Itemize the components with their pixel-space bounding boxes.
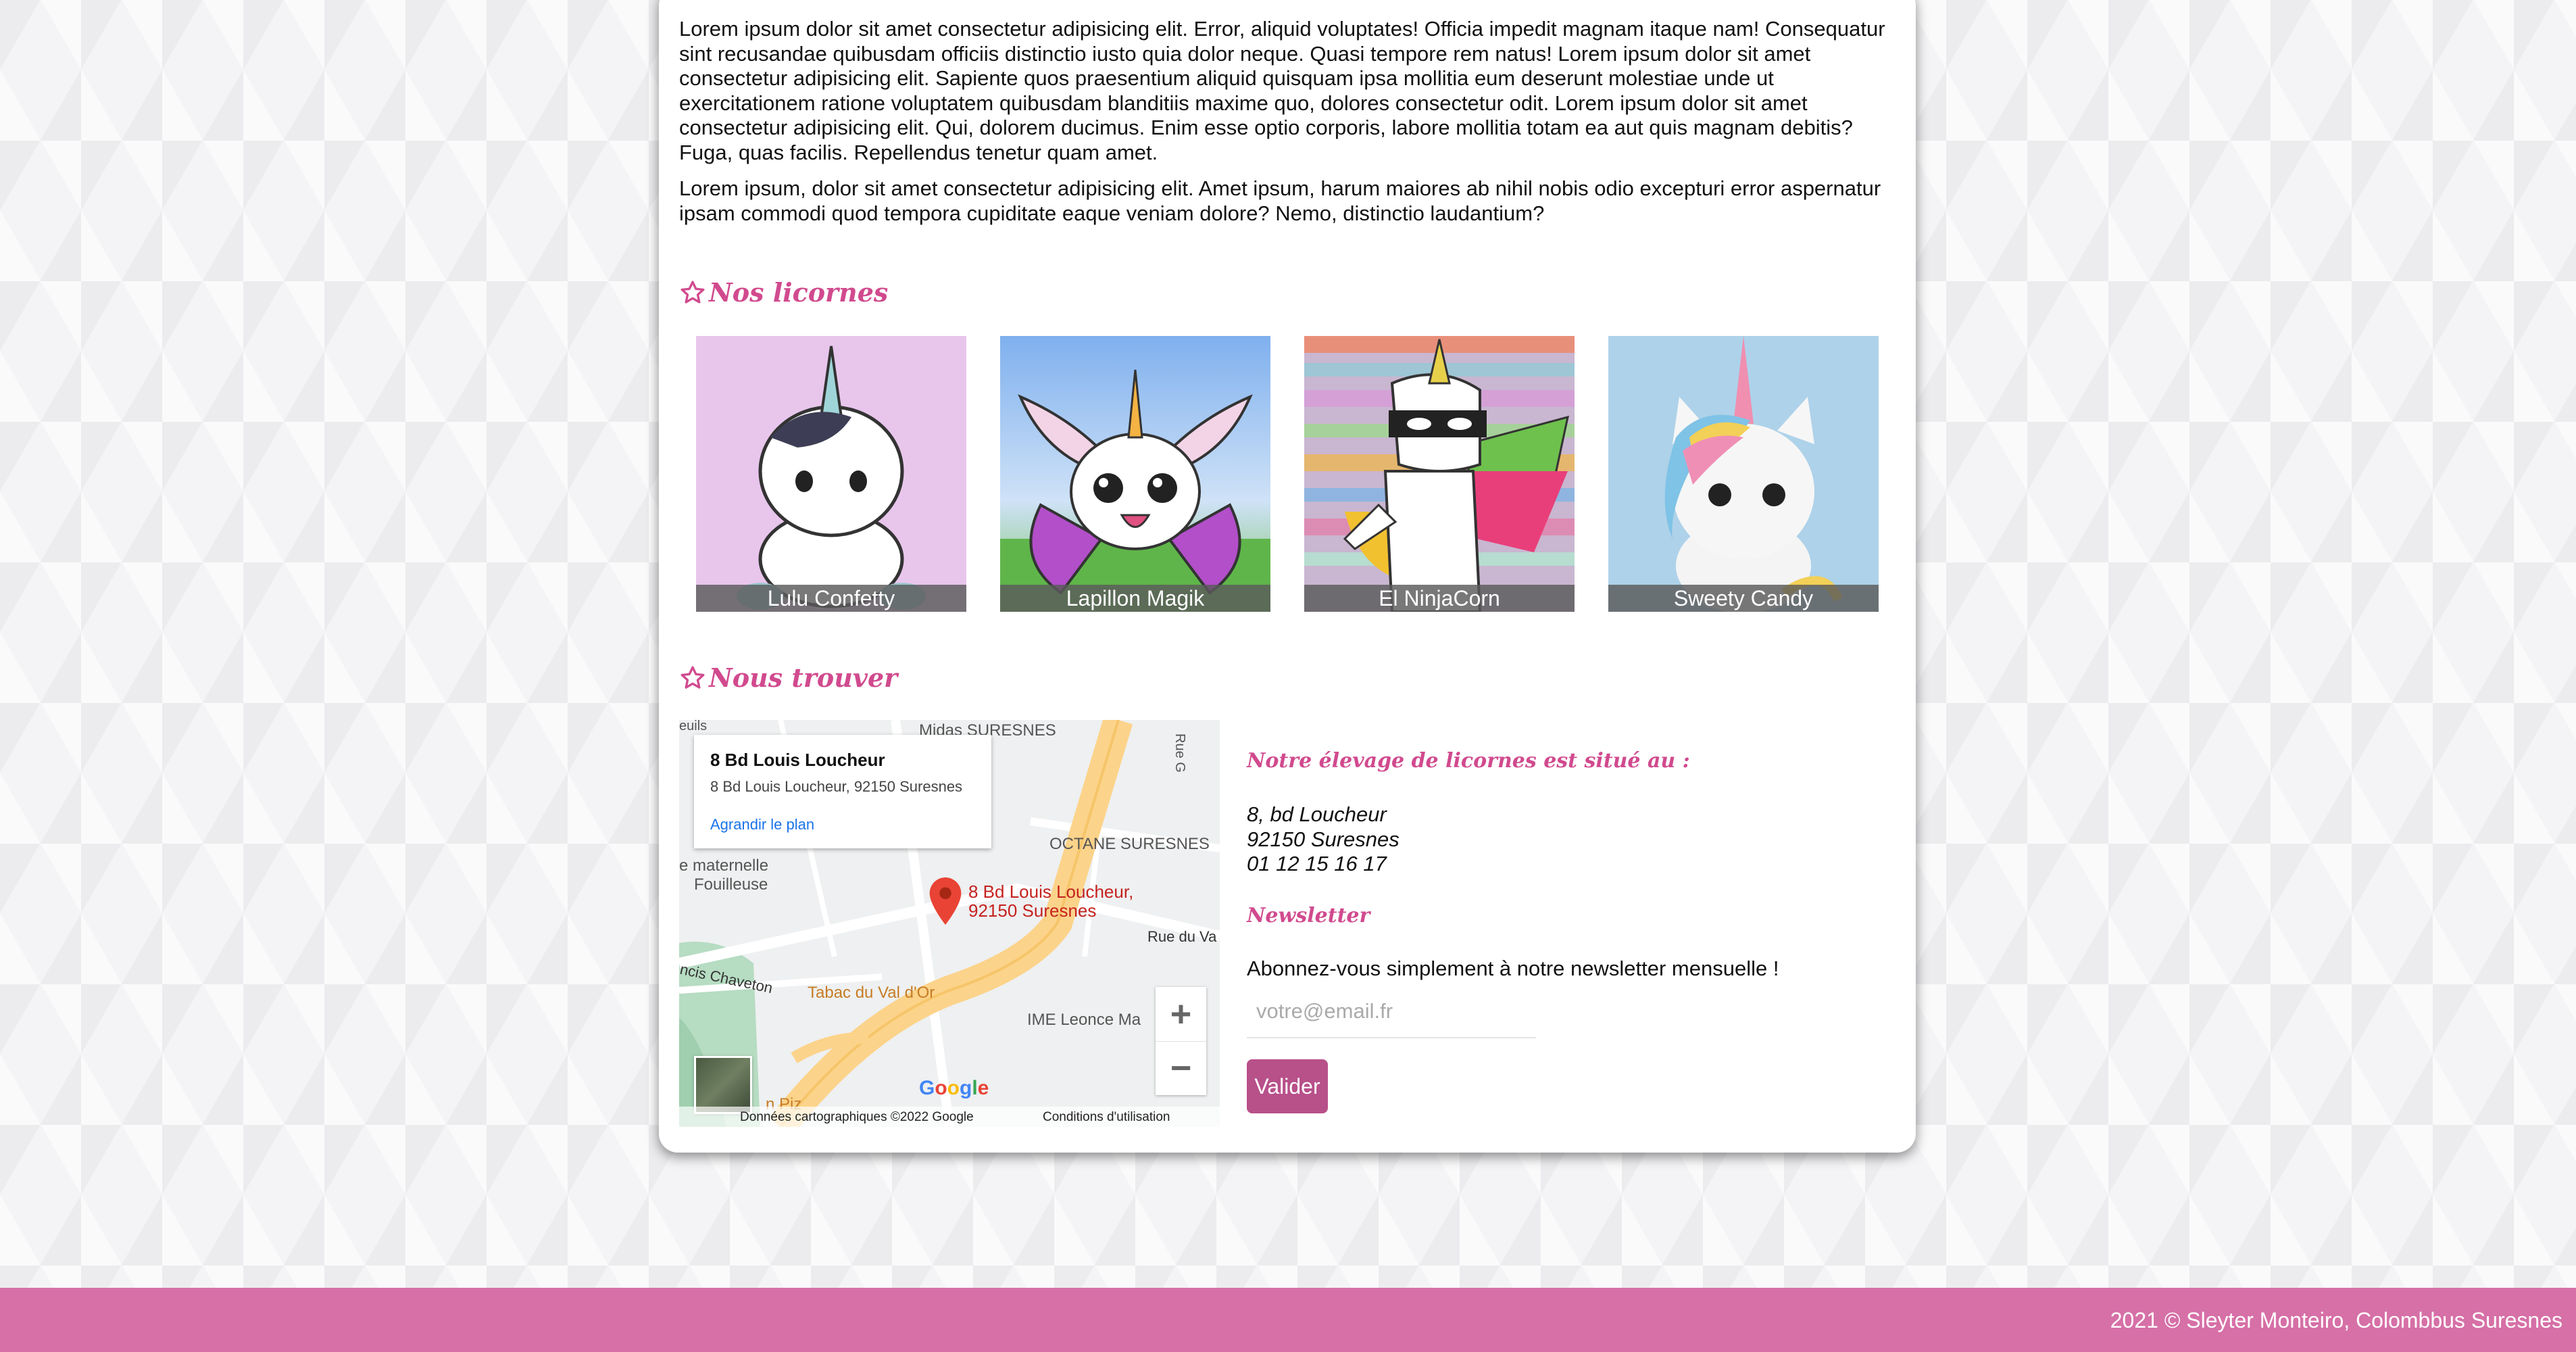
- footer-copyright: 2021 © Sleyter Monteiro, Colombbus Sures…: [2110, 1308, 2562, 1332]
- unicorn-image: [1000, 336, 1270, 612]
- zoom-out-button[interactable]: −: [1156, 1041, 1206, 1095]
- unicorn-card-sweety-candy[interactable]: Sweety Candy: [1608, 336, 1879, 612]
- google-map[interactable]: euils Midas SURESNES Rue G OCTANE SURESN…: [679, 720, 1220, 1127]
- location-pin-icon[interactable]: [929, 877, 962, 925]
- map-label-fouilleuse: Fouilleuse: [694, 875, 768, 894]
- zoom-control: + −: [1156, 987, 1206, 1095]
- map-label-octane: OCTANE SURESNES: [1049, 835, 1210, 853]
- pin-label: 8 Bd Louis Loucheur, 92150 Suresnes: [968, 882, 1134, 921]
- map-data-credit: Données cartographiques ©2022 Google: [740, 1110, 974, 1124]
- address-line-2: 92150 Suresnes: [1247, 827, 1400, 851]
- unicorn-caption: Lulu Confetty: [696, 585, 966, 612]
- map-info-card: 8 Bd Louis Loucheur 8 Bd Louis Loucheur,…: [694, 735, 991, 848]
- email-input[interactable]: [1247, 986, 1536, 1038]
- unicorn-card-el-ninjacorn[interactable]: El NinjaCorn: [1304, 336, 1575, 612]
- intro-paragraph-1: Lorem ipsum dolor sit amet consectetur a…: [679, 17, 1885, 164]
- newsletter-description: Abonnez-vous simplement à notre newslett…: [1247, 957, 1779, 980]
- map-info-address: 8 Bd Louis Loucheur, 92150 Suresnes: [710, 778, 963, 795]
- intro-paragraph-2: Lorem ipsum, dolor sit amet consectetur …: [679, 176, 1881, 225]
- unicorn-caption: Sweety Candy: [1608, 585, 1879, 612]
- unicorn-caption: El NinjaCorn: [1304, 585, 1575, 612]
- map-label-ime: IME Leonce Ma: [1027, 1011, 1141, 1029]
- unicorn-caption: Lapillon Magik: [1000, 585, 1270, 612]
- unicorn-card-lulu-confetty[interactable]: Lulu Confetty: [696, 336, 966, 612]
- address-block: 8, bd Loucheur 92150 Suresnes 01 12 15 1…: [1247, 802, 1400, 877]
- address-line-1: 8, bd Loucheur: [1247, 802, 1387, 826]
- unicorn-card-lapillon-magik[interactable]: Lapillon Magik: [1000, 336, 1270, 612]
- star-outline-icon: [680, 281, 705, 304]
- map-label-euils: euils: [679, 720, 708, 733]
- find-us-section-label: Nous trouver: [709, 662, 898, 693]
- submit-button[interactable]: Valider: [1247, 1059, 1328, 1113]
- map-label-rue-g: Rue G: [1172, 733, 1187, 773]
- map-terms-link[interactable]: Conditions d'utilisation: [1043, 1110, 1170, 1125]
- satellite-toggle-button[interactable]: [694, 1056, 752, 1114]
- newsletter-title: Newsletter: [1247, 904, 1370, 927]
- location-title: Notre élevage de licornes est situé au :: [1247, 749, 1690, 773]
- page-footer: 2021 © Sleyter Monteiro, Colombbus Sures…: [0, 1288, 2576, 1352]
- unicorns-section-title: Nos licornes: [679, 277, 888, 308]
- phone-number: 01 12 15 16 17: [1247, 852, 1387, 875]
- zoom-in-button[interactable]: +: [1156, 987, 1206, 1042]
- star-outline-icon: [680, 666, 705, 689]
- unicorn-image: [696, 336, 966, 612]
- map-info-title: 8 Bd Louis Loucheur: [710, 750, 885, 770]
- unicorn-image: [1608, 336, 1879, 612]
- enlarge-map-link[interactable]: Agrandir le plan: [710, 816, 814, 834]
- map-footer: Données cartographiques ©2022 Google Con…: [679, 1107, 1220, 1127]
- map-label-maternelle: e maternelle: [679, 856, 769, 875]
- google-logo: Google: [919, 1077, 989, 1099]
- unicorns-section-label: Nos licornes: [709, 277, 889, 308]
- map-label-rue-du-val: Rue du Va: [1147, 928, 1217, 945]
- find-us-section-title: Nous trouver: [679, 662, 897, 693]
- unicorn-image: [1304, 336, 1575, 612]
- map-label-tabac: Tabac du Val d'Or: [808, 984, 935, 1002]
